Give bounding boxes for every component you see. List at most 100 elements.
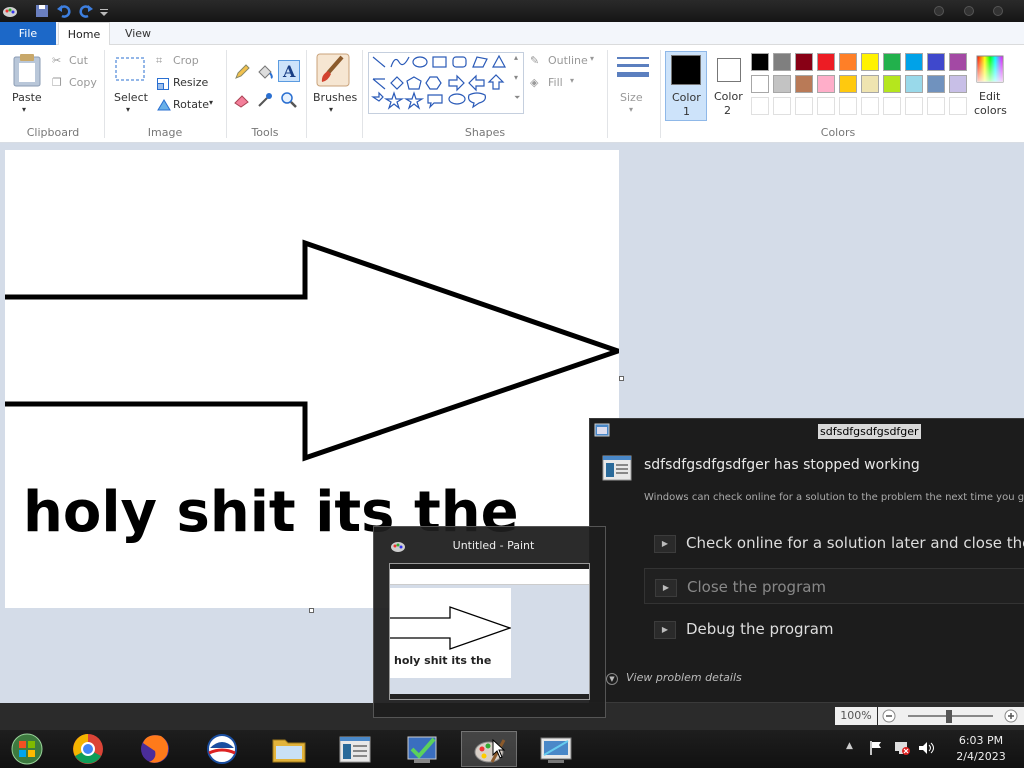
custom-color-slot[interactable] [817, 97, 835, 115]
color-swatch[interactable] [927, 75, 945, 93]
color-swatch[interactable] [949, 75, 967, 93]
custom-color-slot[interactable] [795, 97, 813, 115]
paste-button[interactable]: Paste ▾ [6, 51, 48, 121]
network-error-icon[interactable] [893, 740, 911, 759]
color-2-button[interactable]: Color 2 [709, 51, 751, 121]
save-icon[interactable] [34, 3, 50, 19]
color-swatch[interactable] [839, 75, 857, 93]
crop-button[interactable]: ⌗ Crop [156, 53, 206, 71]
color-1-button[interactable]: Color 1 [665, 51, 707, 121]
fill-icon: ◈ [530, 76, 539, 89]
custom-color-slot[interactable] [883, 97, 901, 115]
custom-color-slot[interactable] [905, 97, 923, 115]
zoom-slider[interactable] [878, 707, 1024, 725]
resize-button[interactable]: Resize [156, 75, 212, 93]
paint-app-icon[interactable] [2, 3, 18, 19]
show-hidden-icons-icon[interactable]: ▲ [846, 741, 853, 751]
customize-toolbar-icon[interactable] [98, 3, 114, 19]
canvas-resize-handle-right[interactable] [619, 376, 624, 381]
color-swatch[interactable] [883, 53, 901, 71]
rotate-button[interactable]: Rotate ▾ [156, 97, 218, 115]
pencil-icon[interactable] [233, 63, 251, 84]
copy-button[interactable]: ❐ Copy [52, 75, 100, 93]
select-button[interactable]: Select ▾ [110, 53, 152, 121]
color-swatch[interactable] [861, 53, 879, 71]
canvas-resize-handle-bottom[interactable] [309, 608, 314, 613]
debug-program-option[interactable]: ▶ Debug the program [644, 611, 1024, 647]
fill-button[interactable]: ◈ Fill ▾ [530, 75, 582, 93]
shapes-gallery[interactable]: ▴ ▾ ⏷ [368, 52, 524, 114]
tab-view[interactable]: View [112, 22, 164, 45]
taskbar-paint[interactable] [461, 731, 517, 767]
color-swatch[interactable] [751, 75, 769, 93]
color-swatch[interactable] [817, 53, 835, 71]
size-label: Size [620, 91, 643, 104]
view-details-toggle[interactable]: ▼ View problem details [606, 671, 742, 685]
zoom-out-icon[interactable] [882, 709, 896, 726]
check-online-option[interactable]: ▶ Check online for a solution later and … [644, 525, 1024, 561]
taskbar-obama-app[interactable] [194, 731, 250, 767]
shapes-scroll-up-icon[interactable]: ▴ [514, 53, 518, 62]
tab-home[interactable]: Home [58, 22, 110, 46]
taskbar-program[interactable] [327, 731, 383, 767]
shapes-scroll-down-icon[interactable]: ▾ [514, 73, 518, 82]
close-program-option[interactable]: ▶ Close the program [644, 568, 1024, 604]
eraser-icon[interactable] [233, 91, 251, 112]
brushes-label: Brushes [313, 91, 358, 104]
color-swatch[interactable] [795, 75, 813, 93]
custom-color-slot[interactable] [751, 97, 769, 115]
volume-icon[interactable] [918, 740, 936, 759]
color-swatch[interactable] [795, 53, 813, 71]
undo-icon[interactable] [56, 3, 72, 19]
color-swatch[interactable] [773, 75, 791, 93]
size-button[interactable]: Size ▾ [612, 51, 654, 121]
action-center-flag-icon[interactable] [868, 740, 884, 759]
ribbon-divider [226, 50, 227, 138]
color-picker-icon[interactable] [256, 91, 274, 112]
redo-icon[interactable] [78, 3, 94, 19]
ribbon-divider [104, 50, 105, 138]
custom-color-slot[interactable] [927, 97, 945, 115]
copy-icon: ❐ [52, 76, 62, 89]
color-swatch[interactable] [883, 75, 901, 93]
zoom-thumb[interactable] [946, 710, 952, 723]
edit-colors-button[interactable]: Edit colors [970, 51, 1012, 121]
taskbar-chrome[interactable] [60, 731, 116, 767]
taskbar-preview[interactable]: Untitled - Paint holy shit its the [373, 526, 606, 718]
zoom-in-icon[interactable] [1004, 709, 1018, 726]
custom-color-slot[interactable] [839, 97, 857, 115]
color-swatch[interactable] [839, 53, 857, 71]
maximize-button[interactable] [964, 6, 974, 16]
color-swatch[interactable] [905, 75, 923, 93]
cut-button[interactable]: ✂ Cut [52, 53, 96, 71]
shapes-expand-icon[interactable]: ⏷ [514, 93, 520, 103]
color-swatch[interactable] [773, 53, 791, 71]
taskbar-firefox[interactable] [127, 731, 183, 767]
color-swatch[interactable] [905, 53, 923, 71]
custom-color-slot[interactable] [773, 97, 791, 115]
custom-color-slot[interactable] [949, 97, 967, 115]
color-swatch[interactable] [751, 53, 769, 71]
outline-button[interactable]: ✎ Outline ▾ [530, 53, 602, 71]
taskbar-network-app[interactable] [528, 731, 584, 767]
color-swatch[interactable] [949, 53, 967, 71]
clipboard-group-label: Clipboard [26, 126, 80, 139]
fill-bucket-icon[interactable] [256, 63, 274, 84]
copy-label: Copy [69, 76, 97, 89]
color-swatch[interactable] [817, 75, 835, 93]
brushes-button[interactable]: Brushes ▾ [310, 51, 358, 121]
color-1-swatch [671, 55, 701, 85]
tab-file[interactable]: File [0, 22, 56, 45]
minimize-button[interactable] [934, 6, 944, 16]
custom-color-slot[interactable] [861, 97, 879, 115]
color-swatch[interactable] [927, 53, 945, 71]
text-tool-icon[interactable]: A [278, 60, 300, 85]
color-2-number: 2 [724, 104, 731, 117]
magnifier-icon[interactable] [280, 91, 298, 112]
close-button[interactable] [993, 6, 1003, 16]
taskbar-system-tool[interactable] [394, 731, 450, 767]
system-clock[interactable]: 6:03 PM 2/4/2023 [946, 733, 1016, 765]
start-button[interactable] [0, 731, 54, 767]
color-swatch[interactable] [861, 75, 879, 93]
taskbar-file-explorer[interactable] [261, 731, 317, 767]
